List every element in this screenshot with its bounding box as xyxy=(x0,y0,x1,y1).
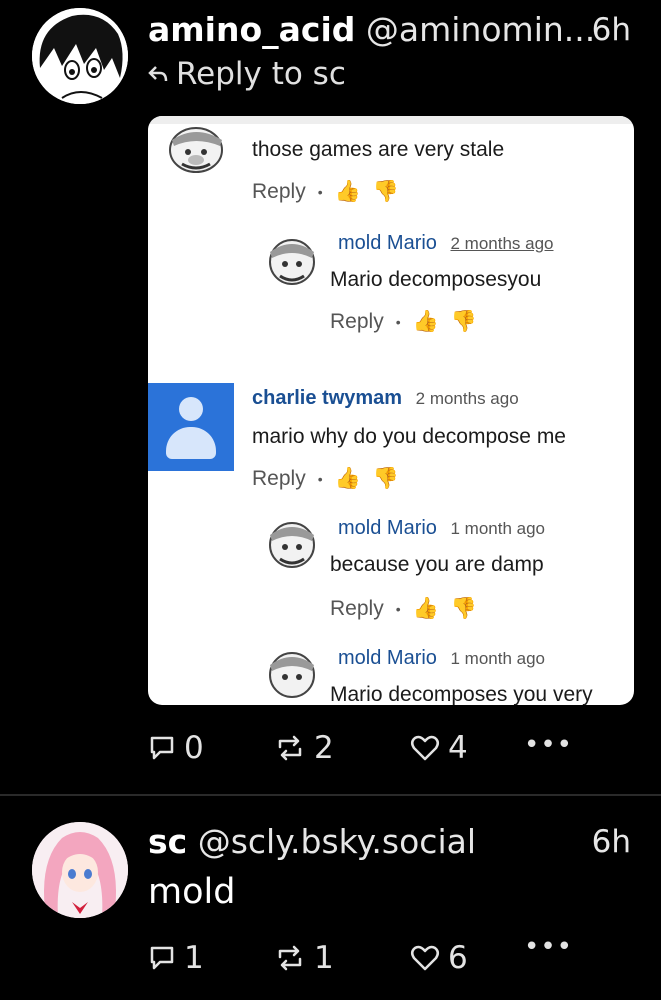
like-button[interactable]: 6 xyxy=(410,940,468,976)
mario-avatar-icon xyxy=(269,239,315,285)
comment-meta: mold Mario 1 month ago xyxy=(338,517,545,540)
post-sc[interactable]: sc @scly.bsky.social 6h mold 1 1 6 ••• xyxy=(0,796,661,1000)
comment-reply-link: Reply xyxy=(330,310,384,333)
heart-icon xyxy=(411,735,439,761)
display-name[interactable]: sc xyxy=(148,822,187,861)
post-text: mold xyxy=(148,872,236,912)
embedded-image[interactable]: those games are very stale Reply • 👍 👎 m… xyxy=(148,116,634,705)
comment: mold Mario 1 month ago Mario decomposes … xyxy=(148,641,634,705)
mario-avatar-icon xyxy=(269,652,315,698)
repost-button[interactable]: 2 xyxy=(274,730,410,766)
comment-actions: Reply • 👍 👎 xyxy=(330,310,477,333)
post-time[interactable]: 6h xyxy=(592,10,631,50)
repost-icon xyxy=(278,735,302,761)
reply-button[interactable]: 1 xyxy=(148,940,274,976)
comment-reply-link: Reply xyxy=(252,180,306,203)
comment-meta: mold Mario 1 month ago xyxy=(338,647,545,670)
mario-avatar-icon xyxy=(269,522,315,568)
like-button[interactable]: 4 xyxy=(410,730,468,766)
speech-bubble-icon xyxy=(150,946,174,970)
speech-bubble-icon xyxy=(150,736,174,760)
anime-avatar-icon xyxy=(32,8,128,104)
comment-text: because you are damp xyxy=(330,553,544,576)
pink-hair-avatar-icon xyxy=(32,822,128,918)
comment-actions: Reply • 👍 👎 xyxy=(330,597,477,620)
reply-count: 0 xyxy=(184,730,204,766)
post-time[interactable]: 6h xyxy=(592,822,631,862)
comment-author: mold Mario xyxy=(338,232,437,254)
comment-reply-link: Reply xyxy=(252,467,306,490)
thumbs-down-icon: 👎 xyxy=(372,180,399,203)
reply-to-link[interactable]: Reply to sc xyxy=(148,54,346,94)
comment-text: mario why do you decompose me xyxy=(252,425,566,448)
comment-meta: charlie twymam 2 months ago xyxy=(252,387,519,410)
thumbs-down-icon: 👎 xyxy=(372,467,399,490)
comment-reply-link: Reply xyxy=(330,597,384,620)
mario-avatar-icon xyxy=(169,127,223,173)
thumbs-up-icon: 👍 xyxy=(334,180,361,203)
comment: charlie twymam 2 months ago mario why do… xyxy=(148,381,634,511)
thumbs-up-icon: 👍 xyxy=(412,597,439,620)
like-count: 6 xyxy=(448,940,468,976)
reply-button[interactable]: 0 xyxy=(148,730,274,766)
repost-icon xyxy=(278,945,302,971)
comment: mold Mario 2 months ago Mario decomposes… xyxy=(148,226,634,366)
display-name[interactable]: amino_acid xyxy=(148,10,355,49)
repost-count: 1 xyxy=(314,940,334,976)
comment-text: those games are very stale xyxy=(252,138,505,161)
post-header: amino_acid @aminomin... xyxy=(148,10,595,50)
default-avatar-icon xyxy=(148,383,234,471)
comment-time: 2 months ago xyxy=(415,389,519,408)
heart-icon xyxy=(411,945,439,971)
thumbs-down-icon: 👎 xyxy=(450,310,477,333)
thumbs-up-icon: 👍 xyxy=(334,467,361,490)
thumbs-up-icon: 👍 xyxy=(412,310,439,333)
handle[interactable]: @scly.bsky.social xyxy=(198,822,476,861)
avatar[interactable] xyxy=(32,8,128,104)
post-header: sc @scly.bsky.social xyxy=(148,822,476,862)
comment-meta: mold Mario 2 months ago xyxy=(338,232,554,255)
comment-text: Mario decomposesyou xyxy=(330,268,542,291)
more-options-button[interactable]: ••• xyxy=(524,730,573,760)
comment-author: mold Mario xyxy=(338,517,437,539)
comment-text: Mario decomposes you very xyxy=(330,683,593,705)
thumbs-down-icon: 👎 xyxy=(450,597,477,620)
comment-time: 1 month ago xyxy=(450,649,545,668)
comment-actions: Reply • 👍 👎 xyxy=(252,467,399,490)
comment-time: 1 month ago xyxy=(450,519,545,538)
reply-count: 1 xyxy=(184,940,204,976)
reply-arrow-icon xyxy=(148,66,168,82)
repost-count: 2 xyxy=(314,730,334,766)
comment-author: charlie twymam xyxy=(252,387,403,409)
comment-top: those games are very stale Reply • 👍 👎 xyxy=(148,116,634,226)
comment: mold Mario 1 month ago because you are d… xyxy=(148,511,634,641)
avatar[interactable] xyxy=(32,822,128,918)
repost-button[interactable]: 1 xyxy=(274,940,410,976)
post-amino-acid[interactable]: amino_acid @aminomin... 6h Reply to sc t… xyxy=(0,0,661,794)
like-count: 4 xyxy=(448,730,468,766)
comment-time: 2 months ago xyxy=(450,234,554,253)
reply-to-label: Reply to sc xyxy=(176,56,346,92)
handle[interactable]: @aminomin... xyxy=(366,10,595,49)
comment-author: mold Mario xyxy=(338,647,437,669)
more-options-button[interactable]: ••• xyxy=(524,932,573,962)
comment-actions: Reply • 👍 👎 xyxy=(252,180,399,203)
